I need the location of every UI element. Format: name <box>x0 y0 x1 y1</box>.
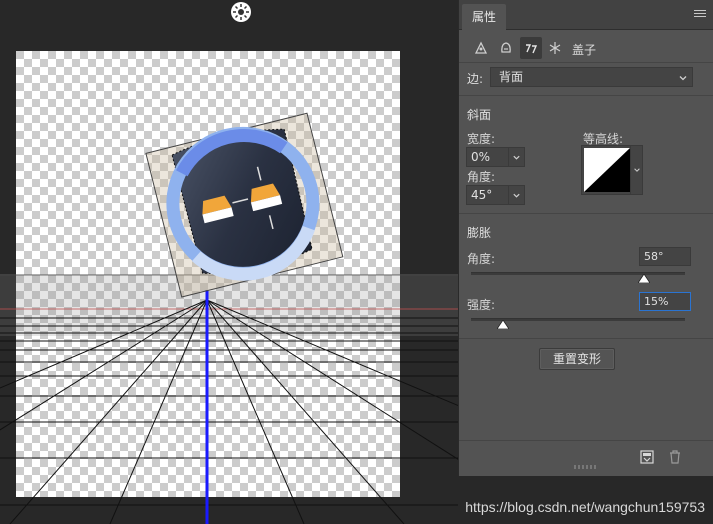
bevel-angle-label: 角度: <box>467 170 496 184</box>
tool-title: 盖子 <box>572 43 597 57</box>
inflate-strength-label: 强度: <box>467 298 496 312</box>
side-label: 边: <box>467 72 484 86</box>
snap-to-ground-icon[interactable] <box>639 449 655 465</box>
inflate-angle-slider[interactable] <box>471 272 685 275</box>
divider <box>459 62 713 63</box>
properties-panel: 属性 盖子 边: 背面 斜面 宽度: 0% 角度: 45° 等高线: 膨胀 角度… <box>458 0 713 476</box>
divider <box>459 338 713 339</box>
side-select-value: 背面 <box>499 70 524 84</box>
watermark: https://blog.csdn.net/wangchun159753 <box>465 499 705 515</box>
panel-header: 属性 <box>459 0 713 30</box>
coordinates-icon[interactable] <box>544 37 566 59</box>
bevel-section-title: 斜面 <box>467 108 492 122</box>
contour-picker[interactable] <box>581 145 643 195</box>
chevron-down-icon[interactable] <box>508 148 524 166</box>
chevron-down-icon[interactable] <box>630 146 642 194</box>
inflate-angle-input[interactable]: 58° <box>639 247 691 266</box>
contour-preview[interactable] <box>584 148 630 192</box>
bevel-angle-field[interactable]: 45° <box>466 185 525 205</box>
compass-icon[interactable] <box>230 1 252 23</box>
canvas-scene[interactable] <box>0 0 458 524</box>
side-select[interactable]: 背面 <box>490 67 693 87</box>
inflate-angle-slider-thumb[interactable] <box>638 274 651 283</box>
divider <box>459 95 713 96</box>
bevel-width-field[interactable]: 0% <box>466 147 525 167</box>
panel-menu-icon[interactable] <box>694 10 706 20</box>
mesh-icon[interactable] <box>470 37 492 59</box>
property-tool-row: 盖子 <box>459 34 713 62</box>
inflate-strength-input[interactable]: 15% <box>639 292 691 311</box>
bevel-angle-value: 45° <box>471 188 493 202</box>
resize-grip[interactable] <box>573 464 599 470</box>
panel-footer <box>459 440 713 476</box>
bevel-width-value: 0% <box>471 150 491 164</box>
divider <box>459 213 713 214</box>
chevron-down-icon <box>678 70 688 88</box>
chevron-down-icon[interactable] <box>508 186 524 204</box>
tab-properties[interactable]: 属性 <box>462 4 507 30</box>
cap-icon[interactable] <box>520 37 542 59</box>
inflate-strength-slider-thumb[interactable] <box>497 320 510 329</box>
bevel-width-label: 宽度: <box>467 132 496 146</box>
delete-icon[interactable] <box>667 449 683 465</box>
deform-icon[interactable] <box>495 37 517 59</box>
reset-deformation-button[interactable]: 重置变形 <box>539 348 615 370</box>
canvas-viewport[interactable] <box>0 0 458 524</box>
inflate-angle-label: 角度: <box>467 252 496 266</box>
inflate-section-title: 膨胀 <box>467 226 492 240</box>
